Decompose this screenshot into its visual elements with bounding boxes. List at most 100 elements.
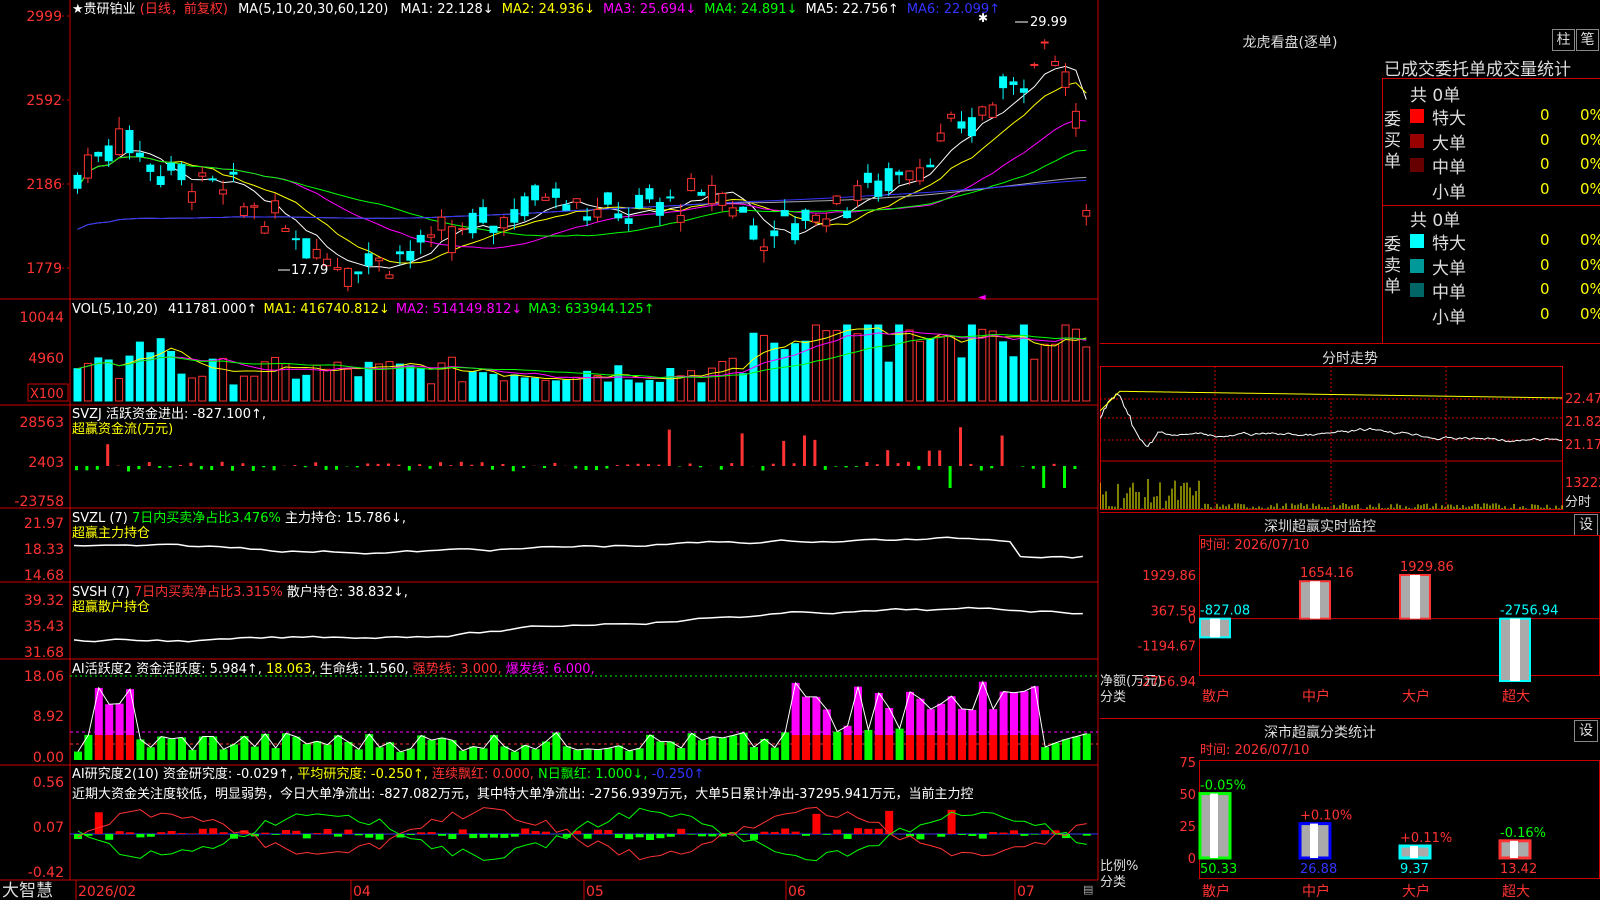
candle — [822, 218, 831, 227]
ai-research-bar — [209, 828, 218, 834]
monitor-settings-button[interactable]: 设 — [1574, 514, 1598, 536]
candle — [219, 189, 228, 195]
class-title: 深市超赢分类统计 — [1264, 725, 1376, 741]
volume-bars — [73, 324, 1091, 402]
volume-bar — [406, 365, 415, 402]
svzj-bar — [719, 466, 723, 470]
order-count: 0 — [1540, 130, 1550, 149]
ai-research-bar — [479, 834, 488, 838]
volume-bar — [978, 328, 987, 402]
order-row: 中单 0 0% — [1408, 278, 1600, 303]
monitor-xlabel: 分类 — [1100, 690, 1126, 705]
ai-active-bar — [510, 751, 519, 760]
column-view-button[interactable]: 柱 — [1552, 29, 1575, 51]
ai-active-bar — [770, 747, 779, 760]
candle — [551, 188, 560, 198]
candle — [749, 225, 758, 240]
ai-active-bar — [937, 735, 946, 760]
ai-active-bar — [313, 741, 322, 760]
volume-bar — [1061, 324, 1070, 402]
ai-research-bar — [989, 832, 998, 834]
ai-active-bar — [250, 746, 259, 760]
volume-bar — [999, 341, 1008, 402]
volume-bar — [416, 367, 425, 402]
class-settings-button[interactable]: 设 — [1574, 720, 1598, 742]
ai-active-bar — [219, 749, 228, 760]
volume-bar — [1040, 343, 1049, 402]
ai-research-bar — [708, 834, 717, 837]
candle — [687, 178, 696, 192]
main-chart-area[interactable]: 29.99 17.79 ✱ ◄ ★贵研铂业 (日线，前复权) MA(5,10,2… — [0, 0, 1100, 900]
order-label: 中单 — [1432, 158, 1466, 178]
candle — [718, 193, 727, 206]
volume-bar — [988, 330, 997, 402]
ai-active-bar — [854, 686, 862, 735]
ai-active-bar — [958, 735, 966, 760]
svzj-bar — [75, 466, 78, 471]
volume-bar — [458, 381, 467, 402]
ai-research-bar — [448, 834, 457, 840]
candle — [468, 212, 477, 234]
svzj-bar — [979, 466, 983, 471]
ai-active-bar — [978, 735, 987, 760]
svzj-bar — [990, 466, 994, 469]
lock-icon[interactable]: ▤ — [1083, 883, 1093, 896]
candle — [770, 230, 779, 237]
monitor-category: 散户 — [1202, 688, 1230, 705]
ai-active-bar — [427, 740, 436, 760]
ai-active-header: AI活跃度2 资金活跃度: 5.984↑, 18.063, 生命线: 1.560… — [72, 661, 595, 677]
candle — [395, 251, 404, 255]
candle — [603, 192, 612, 205]
order-row: 大单 0 0% — [1408, 254, 1600, 279]
ai-research-bar — [635, 834, 644, 838]
order-percent: 0% — [1580, 255, 1600, 274]
scroll-marker[interactable]: ◄ — [978, 292, 986, 303]
svzj-bar — [324, 466, 328, 470]
candle — [593, 209, 602, 218]
intraday-chart[interactable]: 22.47 21.82 21.17 13222 分时 — [1100, 366, 1600, 511]
tick-view-button[interactable]: 笔 — [1576, 29, 1599, 51]
class-value-label: 50.33 — [1200, 862, 1237, 877]
ai-research-bar — [313, 833, 322, 834]
ai-research-bar — [958, 834, 966, 836]
svzj-bar — [803, 435, 806, 466]
ai-research-bar — [833, 829, 842, 834]
candle — [229, 171, 238, 175]
ai-research-bar — [1030, 834, 1039, 835]
ai-active-line — [77, 680, 1087, 753]
svzj-bar — [792, 463, 796, 466]
ai-active-tick: 18.06 — [24, 669, 64, 685]
volume-bar — [635, 382, 644, 402]
intraday-tick: 21.17 — [1565, 438, 1600, 453]
volume-bar — [167, 350, 176, 402]
ai-active-bar — [999, 735, 1008, 760]
ai-active-bar — [885, 708, 894, 735]
class-category: 大户 — [1402, 883, 1430, 900]
indicator-value: N日飘红: 1.000↓, — [538, 766, 652, 782]
order-row: 小单 0 0% — [1408, 178, 1600, 203]
svzj-bar — [220, 461, 224, 466]
ai-active-bar — [874, 693, 883, 735]
candle — [1051, 60, 1060, 66]
ai-active-bar — [698, 740, 706, 760]
svzj-bar — [491, 466, 494, 470]
candle — [583, 216, 592, 221]
svzj-bar — [199, 466, 203, 470]
svzj-bar — [272, 466, 276, 471]
monitor-tick: -1194.67 — [1138, 640, 1196, 655]
ma-line — [77, 65, 1087, 269]
svzj-subtitle: 超赢资金流(万元) — [72, 421, 173, 437]
ai-active-bar — [677, 747, 686, 760]
vol-tick: 10044 — [19, 310, 64, 326]
candle — [427, 234, 436, 238]
ai-research-bar — [781, 828, 790, 834]
indicator-value: AI活跃度2 资金活跃度: 5.984↑, — [72, 661, 266, 677]
intraday-vol-tick: 13222 — [1565, 476, 1600, 491]
ai-active-bar — [126, 689, 134, 735]
monitor-tick: 0 — [1188, 613, 1196, 628]
candle — [385, 274, 394, 279]
svzj-bar — [387, 463, 390, 466]
svsh-subtitle: 超赢散户持仓 — [72, 599, 150, 615]
order-label: 小单 — [1432, 307, 1466, 328]
monitor-title: 深圳超赢实时监控 — [1264, 519, 1376, 535]
